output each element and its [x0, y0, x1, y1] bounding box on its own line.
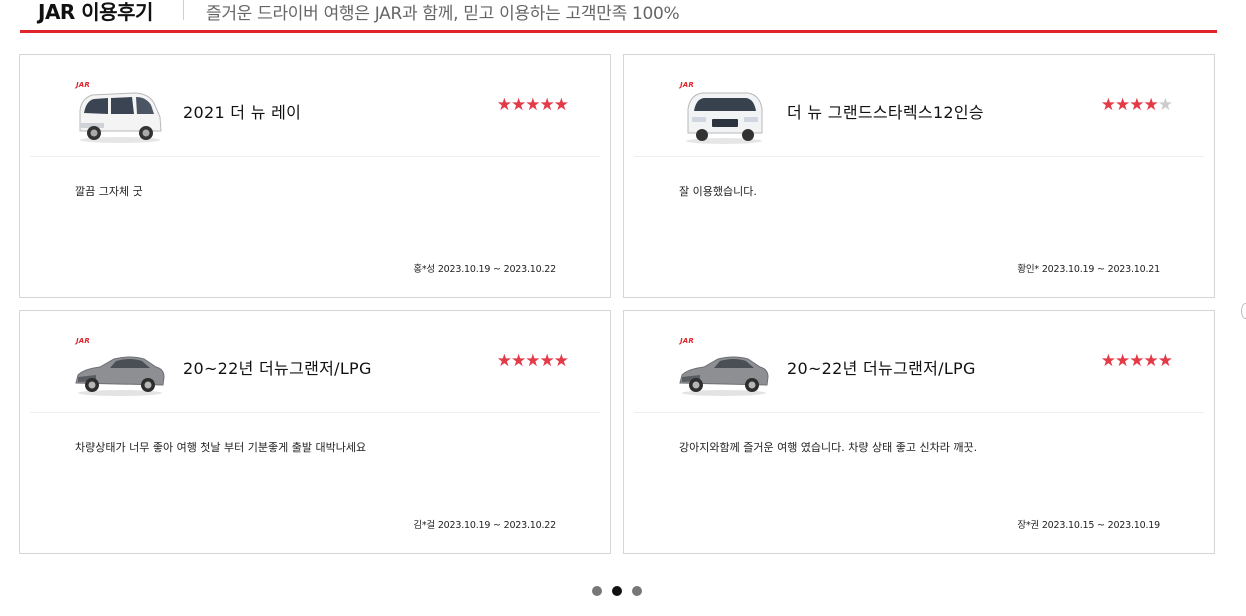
star-filled-icon: ★: [1129, 95, 1144, 115]
review-card[interactable]: JAR 2021 더 뉴 레이 ★★★★★ 깔끔 그자체 굿 홍*성 2023.…: [19, 54, 611, 298]
car-name: 20~22년 더뉴그랜저/LPG: [183, 359, 372, 378]
reviewer-name: 김*걸: [413, 520, 435, 531]
gray-sedan-icon: [679, 356, 769, 396]
car-name: 2021 더 뉴 레이: [183, 103, 302, 122]
review-comment: 강아지와함께 즐거운 여행 였습니다. 차량 상태 좋고 신차라 깨끗.: [679, 441, 978, 454]
reviews-section: JAR 이용후기 즐거운 드라이버 여행은 JAR과 함께, 믿고 이용하는 고…: [0, 0, 1246, 616]
star-filled-icon: ★: [553, 351, 569, 371]
star-filled-icon: ★: [511, 351, 526, 371]
rental-period: 2023.10.15 ~ 2023.10.19: [1041, 520, 1160, 531]
reviewer-name: 장*권: [1017, 520, 1039, 531]
star-filled-icon: ★: [1143, 351, 1159, 371]
rating-stars: ★★★★★: [1100, 351, 1173, 371]
rental-period: 2023.10.19 ~ 2023.10.21: [1041, 264, 1160, 275]
rating-stars: ★★★★★: [496, 351, 569, 371]
star-filled-icon: ★: [496, 351, 512, 371]
card-divider: [30, 156, 600, 157]
rating-stars: ★★★★★: [1100, 95, 1173, 115]
star-filled-icon: ★: [525, 351, 540, 371]
review-card[interactable]: JAR 더 뉴 그랜드스타렉스12인승 ★★★★★ 잘 이용했습니다. 황인* …: [623, 54, 1215, 298]
pagination-dot[interactable]: [632, 586, 642, 596]
review-card[interactable]: JAR 20~22년 더뉴그랜저/LPG ★★★★★ 강아지와함께 즐거운 여행…: [623, 310, 1215, 554]
white-van-icon: [686, 92, 763, 144]
star-filled-icon: ★: [1129, 351, 1144, 371]
review-card[interactable]: JAR 20~22년 더뉴그랜저/LPG ★★★★★ 차량상태가 너무 좋아 여…: [19, 310, 611, 554]
section-title: JAR 이용후기: [38, 0, 153, 24]
star-filled-icon: ★: [1157, 351, 1173, 371]
star-filled-icon: ★: [1100, 351, 1116, 371]
reviewer-name: 홍*성: [413, 264, 435, 275]
star-filled-icon: ★: [539, 351, 555, 371]
carousel-pagination: [592, 586, 652, 596]
car-name: 더 뉴 그랜드스타렉스12인승: [787, 103, 984, 122]
star-filled-icon: ★: [1143, 95, 1159, 115]
star-filled-icon: ★: [511, 95, 526, 115]
header-separator: [183, 0, 184, 20]
pagination-dot[interactable]: [612, 586, 622, 596]
reviewer-name: 황인*: [1017, 264, 1039, 275]
card-divider: [634, 156, 1204, 157]
scroll-arrow-icon[interactable]: [1241, 303, 1246, 319]
gray-sedan-icon: [75, 356, 165, 396]
pagination-dot[interactable]: [592, 586, 602, 596]
review-meta: 장*권 2023.10.15 ~ 2023.10.19: [1017, 517, 1160, 531]
white-boxy-minicar-icon: [79, 92, 162, 143]
review-meta: 황인* 2023.10.19 ~ 2023.10.21: [1017, 261, 1160, 275]
star-empty-icon: ★: [1157, 95, 1173, 115]
star-filled-icon: ★: [525, 95, 540, 115]
section-subtitle: 즐거운 드라이버 여행은 JAR과 함께, 믿고 이용하는 고객만족 100%: [206, 4, 680, 24]
star-filled-icon: ★: [1100, 95, 1116, 115]
rental-period: 2023.10.19 ~ 2023.10.22: [437, 264, 556, 275]
review-comment: 차량상태가 너무 좋아 여행 첫날 부터 기분좋게 출발 대박나세요: [75, 441, 367, 454]
review-meta: 홍*성 2023.10.19 ~ 2023.10.22: [413, 261, 556, 275]
car-name: 20~22년 더뉴그랜저/LPG: [787, 359, 976, 378]
review-comment: 깔끔 그자체 굿: [75, 185, 143, 198]
star-filled-icon: ★: [1115, 351, 1130, 371]
star-filled-icon: ★: [553, 95, 569, 115]
star-filled-icon: ★: [1115, 95, 1130, 115]
review-meta: 김*걸 2023.10.19 ~ 2023.10.22: [413, 517, 556, 531]
star-filled-icon: ★: [539, 95, 555, 115]
review-comment: 잘 이용했습니다.: [679, 185, 757, 198]
star-filled-icon: ★: [496, 95, 512, 115]
section-header: JAR 이용후기 즐거운 드라이버 여행은 JAR과 함께, 믿고 이용하는 고…: [20, 0, 1217, 33]
card-divider: [634, 412, 1204, 413]
rating-stars: ★★★★★: [496, 95, 569, 115]
card-divider: [30, 412, 600, 413]
rental-period: 2023.10.19 ~ 2023.10.22: [437, 520, 556, 531]
